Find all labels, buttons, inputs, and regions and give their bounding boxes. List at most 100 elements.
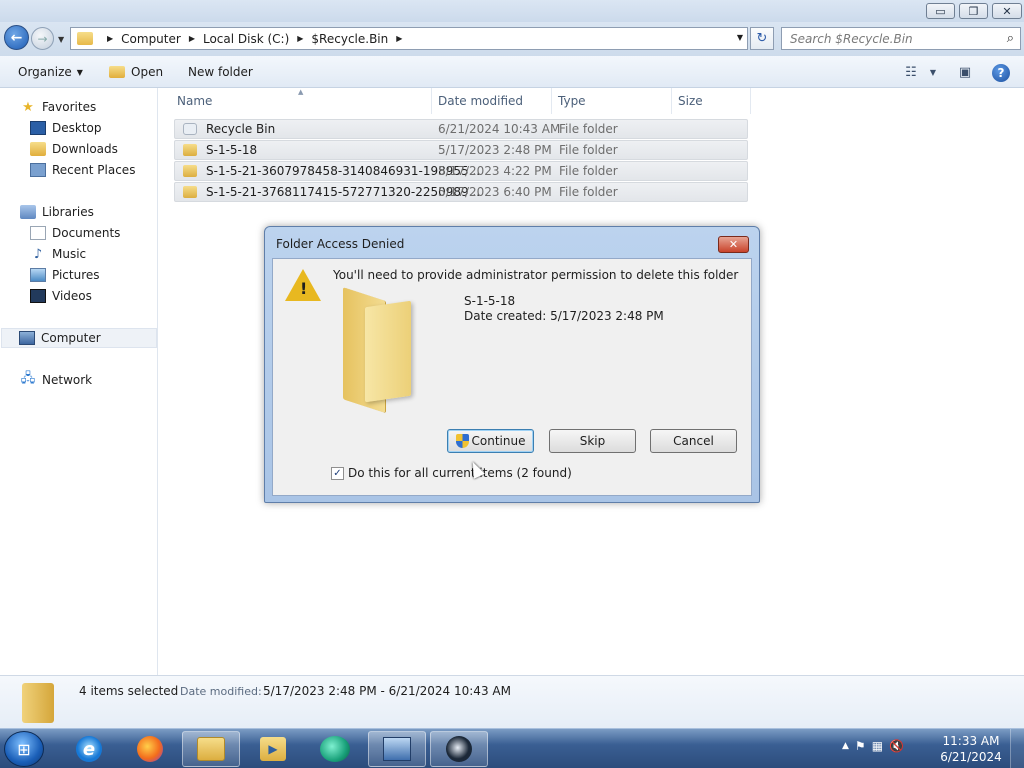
nav-desktop[interactable]: Desktop (30, 118, 102, 138)
show-desktop-button[interactable] (1010, 729, 1024, 768)
remote-desktop-button[interactable] (368, 731, 426, 767)
continue-label: Continue (471, 434, 526, 448)
column-divider[interactable] (750, 88, 751, 114)
window-controls: ▭ ❐ ✕ (926, 3, 1022, 19)
internet-explorer-icon: e (76, 736, 102, 762)
address-bar[interactable]: ▶ Computer ▶ Local Disk (C:) ▶ $Recycle.… (70, 27, 748, 50)
start-button[interactable]: ⊞ (4, 731, 44, 767)
green-app-icon (320, 736, 350, 762)
file-date: 6/21/2024 10:43 AM (438, 122, 561, 136)
firefox-button[interactable] (121, 731, 179, 767)
skip-button[interactable]: Skip (549, 429, 636, 453)
refresh-button[interactable]: ↻ (750, 27, 774, 50)
breadcrumb-recycle-bin[interactable]: $Recycle.Bin (311, 32, 388, 46)
apply-to-all-label[interactable]: Do this for all current items (2 found) (348, 466, 572, 480)
column-divider[interactable] (431, 88, 432, 114)
dialog-message: You'll need to provide administrator per… (333, 268, 739, 282)
clock[interactable]: 11:33 AM 6/21/2024 (940, 733, 1002, 765)
search-input[interactable]: Search $Recycle.Bin ⌕ (781, 27, 1021, 50)
breadcrumb-local-disk[interactable]: Local Disk (C:) (203, 32, 289, 46)
preview-pane-icon[interactable]: ▣ (954, 63, 976, 81)
table-row[interactable]: S-1-5-21-3607978458-3140846931-198955...… (174, 161, 748, 181)
nav-pictures[interactable]: Pictures (30, 265, 100, 285)
windows-explorer-icon (197, 737, 225, 761)
nav-computer-label: Computer (41, 331, 101, 345)
open-folder-icon (109, 66, 125, 78)
breadcrumb-chevron-icon[interactable]: ▶ (396, 34, 402, 43)
minimize-button[interactable]: ▭ (926, 3, 955, 19)
file-name-cell: S-1-5-21-3607978458-3140846931-198955... (183, 164, 480, 178)
nav-downloads[interactable]: Downloads (30, 139, 118, 159)
folder-icon (77, 32, 93, 45)
volume-muted-icon[interactable]: 🔇 (889, 739, 904, 753)
table-row[interactable]: S-1-5-18 5/17/2023 2:48 PM File folder (174, 140, 748, 160)
nav-documents[interactable]: Documents (30, 223, 120, 243)
navigation-pane: ★ Favorites Desktop Downloads Recent Pla… (0, 88, 158, 675)
breadcrumb-chevron-icon[interactable]: ▶ (189, 34, 195, 43)
breadcrumb-chevron-icon[interactable]: ▶ (297, 34, 303, 43)
open-button[interactable]: Open (109, 65, 163, 79)
dialog-close-button[interactable]: ✕ (718, 236, 749, 253)
dialog-folder-date: Date created: 5/17/2023 2:48 PM (464, 309, 664, 323)
organize-label: Organize (18, 65, 72, 79)
back-button[interactable]: ← (4, 25, 29, 50)
column-divider[interactable] (551, 88, 552, 114)
show-hidden-icons-icon[interactable]: ▲ (842, 741, 849, 751)
recent-pages-dropdown[interactable]: ▼ (58, 35, 64, 44)
apply-to-all-checkbox[interactable]: ✓ (331, 466, 344, 480)
column-header-date-modified[interactable]: Date modified (438, 94, 523, 108)
green-app-button[interactable] (306, 731, 364, 767)
file-name-cell: Recycle Bin (183, 122, 275, 136)
column-header-size[interactable]: Size (678, 94, 703, 108)
apply-to-all-checkbox-row[interactable]: ✓ Do this for all current items (2 found… (331, 466, 572, 480)
clock-time: 11:33 AM (942, 734, 1000, 748)
videos-icon (30, 289, 46, 303)
file-name: S-1-5-18 (206, 143, 258, 157)
libraries-icon (20, 205, 36, 219)
breadcrumb-computer[interactable]: Computer (121, 32, 181, 46)
star-icon: ★ (22, 99, 34, 115)
nav-music-label: Music (52, 247, 87, 261)
breadcrumb-chevron-icon[interactable]: ▶ (107, 34, 113, 43)
network-tray-icon[interactable]: ▦ (872, 739, 883, 753)
folder-access-denied-dialog: Folder Access Denied ✕ ! You'll need to … (264, 226, 760, 503)
nav-videos[interactable]: Videos (30, 286, 92, 306)
address-dropdown-icon[interactable]: ▼ (737, 33, 743, 42)
maximize-button[interactable]: ❐ (959, 3, 988, 19)
remote-desktop-icon (383, 737, 411, 761)
steam-button[interactable] (430, 731, 488, 767)
column-header-name[interactable]: Name (177, 94, 212, 108)
organize-button[interactable]: Organize ▼ (18, 65, 83, 79)
media-player-icon: ▶ (260, 737, 286, 761)
view-dropdown-icon[interactable]: ▼ (922, 63, 944, 81)
media-player-button[interactable]: ▶ (244, 731, 302, 767)
search-placeholder: Search $Recycle.Bin (790, 31, 913, 46)
column-divider[interactable] (671, 88, 672, 114)
search-icon[interactable]: ⌕ (1007, 31, 1014, 46)
internet-explorer-button[interactable]: e (60, 731, 118, 767)
column-header-type[interactable]: Type (558, 94, 586, 108)
nav-computer[interactable]: Computer (1, 328, 157, 348)
downloads-icon (30, 142, 46, 156)
continue-button[interactable]: Continue (447, 429, 534, 453)
table-row[interactable]: S-1-5-21-3768117415-572771320-2250989...… (174, 182, 748, 202)
help-icon[interactable]: ? (992, 64, 1010, 82)
close-button[interactable]: ✕ (992, 3, 1022, 19)
nav-network[interactable]: 🖧 Network (20, 370, 92, 390)
nav-libraries[interactable]: Libraries (20, 202, 94, 222)
table-row[interactable]: Recycle Bin 6/21/2024 10:43 AM File fold… (174, 119, 748, 139)
nav-recent-places-label: Recent Places (52, 163, 136, 177)
nav-recent-places[interactable]: Recent Places (30, 160, 135, 180)
cancel-button[interactable]: Cancel (650, 429, 737, 453)
forward-button[interactable]: → (31, 27, 54, 50)
date-modified-value: 5/17/2023 2:48 PM - 6/21/2024 10:43 AM (263, 684, 511, 698)
date-modified-label: Date modified: (180, 685, 262, 698)
action-center-flag-icon[interactable]: ⚑ (855, 739, 866, 753)
new-folder-button[interactable]: New folder (188, 65, 253, 79)
file-name: Recycle Bin (206, 122, 276, 136)
nav-favorites[interactable]: ★ Favorites (20, 97, 96, 117)
nav-music[interactable]: ♪ Music (30, 244, 86, 264)
windows-explorer-button[interactable] (182, 731, 240, 767)
view-options-icon[interactable]: ☷ (900, 63, 922, 81)
nav-libraries-label: Libraries (42, 205, 94, 219)
